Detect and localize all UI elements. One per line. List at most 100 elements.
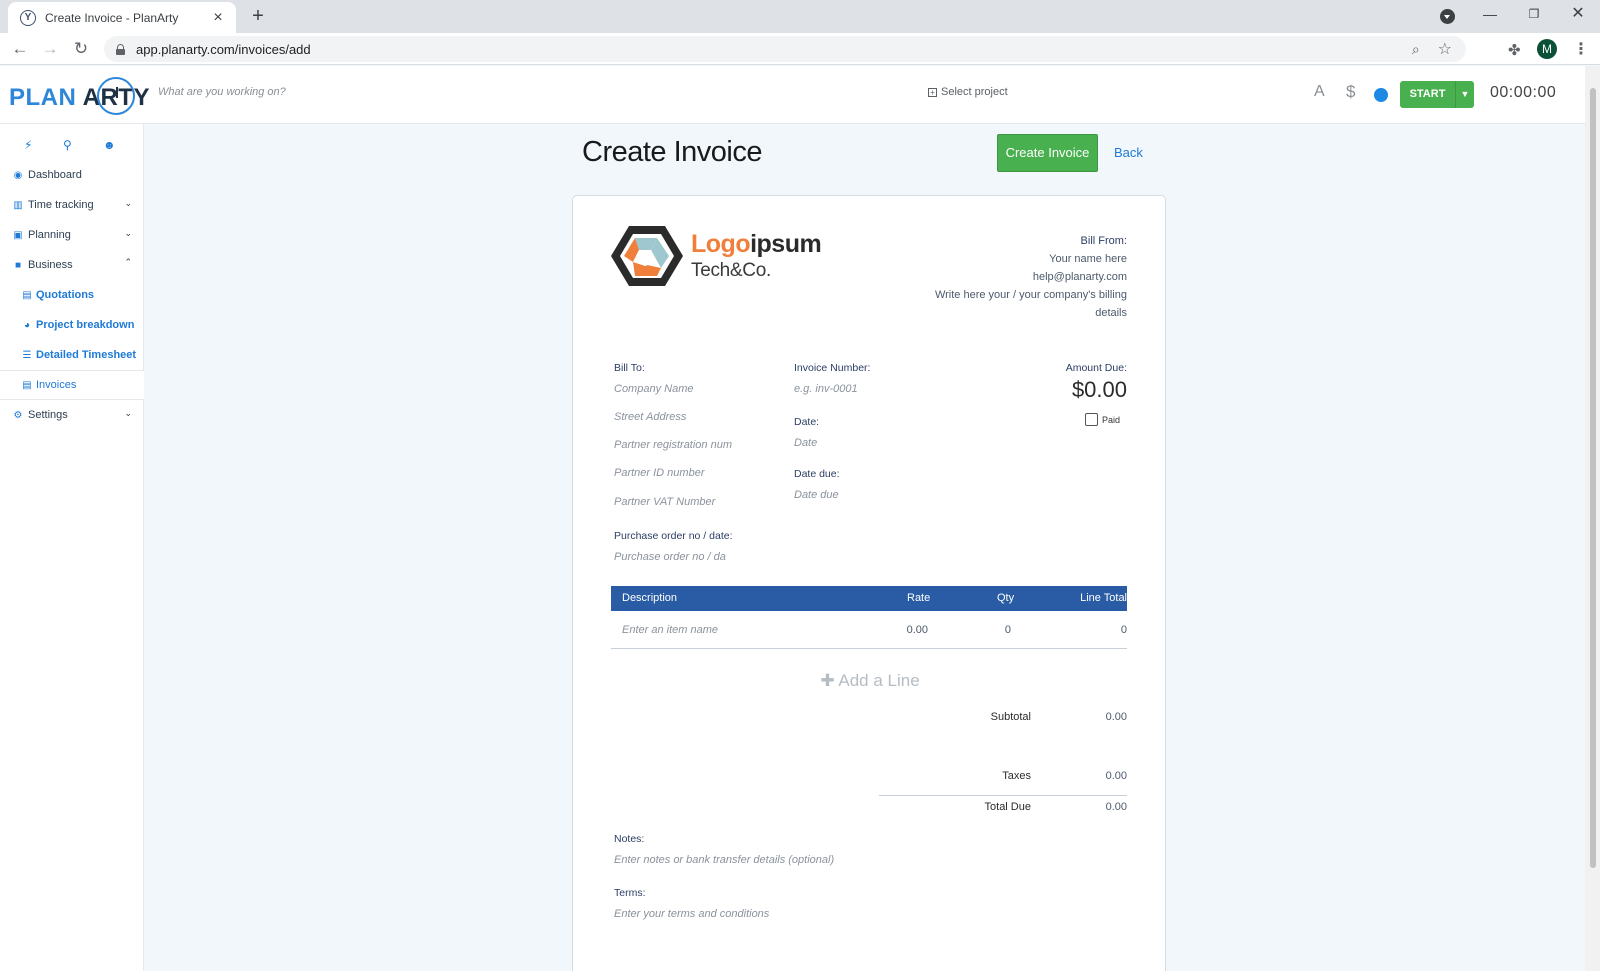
browser-tab[interactable]: Y Create Invoice - PlanArty × [8, 2, 236, 33]
date-due-label: Date due: [794, 468, 840, 480]
date-due-input[interactable]: Date due [794, 489, 914, 501]
chart-icon: ▥ [13, 199, 23, 211]
chevron-down-icon: ⌄ [124, 198, 132, 208]
tab-close-icon[interactable]: × [210, 9, 226, 27]
add-line-label: Add a Line [838, 671, 920, 690]
bill-from-block: Bill From: Your name here help@planarty.… [907, 232, 1127, 322]
page-title: Create Invoice [582, 136, 763, 168]
sidebar-item-dashboard[interactable]: ◉ Dashboard [0, 160, 144, 190]
item-qty-input[interactable]: 0 [971, 624, 1011, 636]
profile-avatar[interactable]: M [1537, 39, 1557, 59]
document-icon: ▤ [22, 289, 32, 301]
taxes-value[interactable]: 0.00 [1043, 770, 1127, 782]
item-name-input[interactable]: Enter an item name [622, 624, 718, 636]
reload-icon[interactable]: ↻ [71, 39, 91, 59]
select-project-button[interactable]: + Select project [928, 86, 1008, 98]
sidebar-item-business[interactable]: ■ Business ⌃ [0, 250, 144, 280]
bill-to-company-input[interactable]: Company Name [614, 383, 732, 395]
back-link[interactable]: Back [1114, 145, 1143, 160]
item-line-total: 0 [1120, 624, 1127, 636]
invoice-number-input[interactable]: e.g. inv-0001 [794, 383, 914, 395]
purchase-order-input[interactable]: Purchase order no / date [614, 551, 726, 563]
browser-menu-icon[interactable]: ⋮ [1573, 39, 1589, 59]
list-icon: ☰ [22, 349, 32, 361]
sidebar-item-label: Dashboard [28, 169, 82, 181]
bolt-icon[interactable]: ⚡ [24, 138, 32, 152]
bill-to-street-input[interactable]: Street Address [614, 411, 732, 423]
date-input[interactable]: Date [794, 437, 914, 449]
sidebar-item-time-tracking[interactable]: ▥ Time tracking ⌄ [0, 190, 144, 220]
scrollbar-thumb[interactable] [1590, 88, 1596, 868]
status-dot[interactable] [1374, 88, 1388, 102]
logo-plan-text: PLAN [9, 84, 77, 111]
sidebar-item-label: Invoices [36, 379, 77, 391]
logo-clock-icon [97, 77, 135, 115]
bill-from-details-field[interactable]: Write here your / your company's billing… [907, 286, 1127, 322]
subtotal-label: Subtotal [990, 711, 1031, 723]
bill-to-partner-id-input[interactable]: Partner ID number [614, 467, 732, 479]
paid-checkbox[interactable]: Paid [1085, 413, 1120, 426]
item-rate-input[interactable]: 0.00 [875, 624, 928, 636]
new-tab-icon[interactable]: + [246, 4, 270, 28]
chevron-down-icon[interactable]: ▼ [1456, 81, 1474, 108]
pie-chart-icon: ◕ [23, 319, 31, 331]
url-text[interactable]: app.planarty.com/invoices/add [136, 42, 1412, 57]
bookmark-star-icon[interactable]: ☆ [1438, 39, 1452, 59]
sidebar-item-planning[interactable]: ▣ Planning ⌄ [0, 220, 144, 250]
purchase-order-label: Purchase order no / date: [614, 530, 733, 542]
time-entry-description-input[interactable]: What are you working on? [158, 86, 286, 98]
terms-label: Terms: [614, 887, 646, 899]
bill-to-vat-input[interactable]: Partner VAT Number [614, 496, 732, 508]
terms-input[interactable]: Enter your terms and conditions [614, 908, 914, 920]
bill-from-email-field[interactable]: help@planarty.com [907, 268, 1127, 286]
sidebar-item-detailed-timesheet[interactable]: ☰ Detailed Timesheet [0, 340, 144, 370]
column-header-rate: Rate [907, 592, 931, 604]
window-close-icon[interactable]: ✕ [1563, 4, 1593, 24]
bill-to-label: Bill To: [614, 362, 645, 374]
restore-icon[interactable]: ❐ [1519, 4, 1549, 24]
taxes-label: Taxes [1002, 770, 1031, 782]
add-line-button[interactable]: ✚ Add a Line [573, 671, 1167, 691]
total-due-label: Total Due [984, 801, 1031, 813]
sidebar-item-invoices[interactable]: ▤ Invoices [0, 370, 144, 400]
notes-input[interactable]: Enter notes or bank transfer details (op… [614, 854, 914, 866]
browser-tab-strip: Y Create Invoice - PlanArty × + — ❐ ✕ [0, 0, 1600, 33]
minimize-icon[interactable]: — [1475, 4, 1505, 24]
sidebar-item-label: Business [28, 259, 73, 271]
billable-dollar-icon[interactable]: $ [1346, 82, 1355, 102]
sidebar-item-settings[interactable]: ⚙ Settings ⌄ [0, 400, 144, 430]
sidebar-item-label: Project breakdown [36, 319, 135, 331]
create-invoice-button[interactable]: Create Invoice [997, 134, 1098, 172]
start-label[interactable]: START [1400, 81, 1456, 108]
forward-arrow-icon[interactable]: → [40, 39, 60, 59]
company-logo[interactable]: Logoipsum Tech&Co. [611, 224, 839, 288]
user-cog-icon[interactable]: ☻ [103, 138, 116, 152]
sidebar-item-label: Planning [28, 229, 71, 241]
items-table-header: Description Rate Qty Line Total [611, 586, 1127, 611]
page-scrollbar[interactable] [1585, 66, 1600, 971]
select-project-label: Select project [941, 86, 1008, 98]
sidebar-item-label: Detailed Timesheet [36, 349, 137, 361]
plus-square-icon: + [928, 87, 937, 97]
logo-word-logo: Logo [691, 230, 751, 258]
chevron-down-icon: ⌄ [124, 408, 132, 418]
sidebar-item-quotations[interactable]: ▤ Quotations [0, 280, 144, 310]
sidebar-item-label: Time tracking [28, 199, 94, 211]
bill-to-registration-input[interactable]: Partner registration num [614, 439, 732, 451]
lock-icon[interactable] [116, 43, 125, 55]
tab-search-icon[interactable] [1440, 9, 1455, 24]
briefcase-icon: ■ [14, 259, 22, 271]
checkbox-box[interactable] [1085, 413, 1098, 426]
extensions-puzzle-icon[interactable]: ✤ [1508, 41, 1521, 59]
tag-toggle-icon[interactable]: A [1314, 83, 1325, 101]
bill-from-name-field[interactable]: Your name here [907, 250, 1127, 268]
start-timer-button[interactable]: START ▼ [1400, 81, 1474, 108]
address-bar[interactable]: app.planarty.com/invoices/add ⌕ ☆ [104, 36, 1466, 62]
zoom-icon[interactable]: ⌕ [1412, 41, 1420, 58]
planarty-logo[interactable]: PLAN ARTY [9, 76, 149, 116]
back-arrow-icon[interactable]: ← [10, 39, 30, 59]
search-icon[interactable]: ⚲ [63, 138, 72, 152]
logo-subtitle: Tech&Co. [691, 260, 771, 281]
sidebar-item-project-breakdown[interactable]: ◕ Project breakdown [0, 310, 144, 340]
calendar-icon: ▣ [13, 229, 23, 241]
